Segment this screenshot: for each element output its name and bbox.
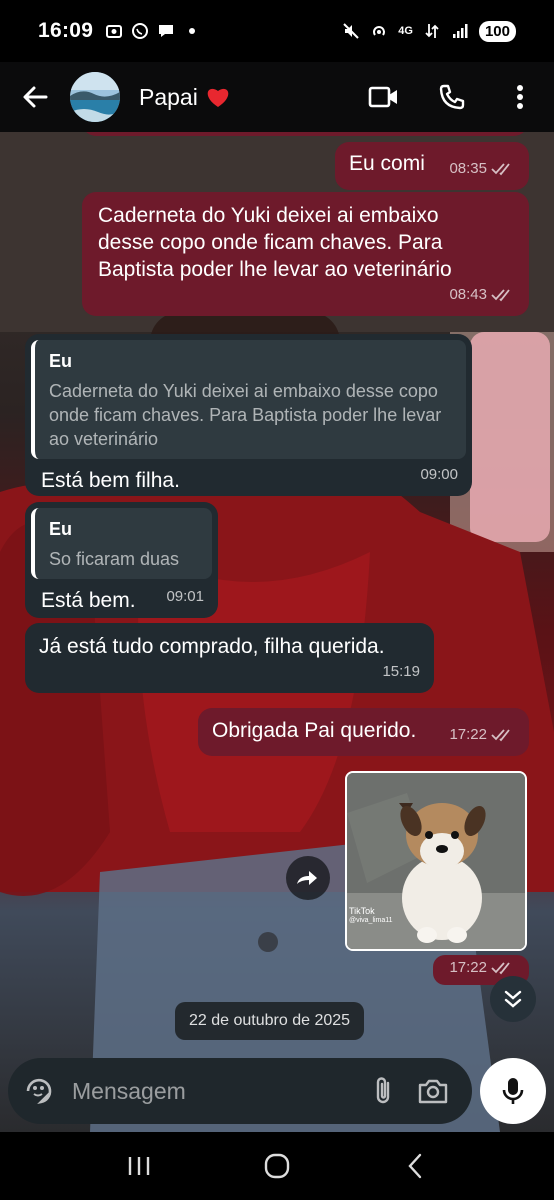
quote-text: Caderneta do Yuki deixei ai embaixo dess… [49, 381, 442, 449]
message-meta: 08:35 [449, 155, 515, 182]
contact-name[interactable]: Papai [139, 84, 231, 111]
message-input[interactable]: Mensagem [72, 1078, 358, 1105]
forward-button[interactable] [286, 856, 330, 900]
quoted-message[interactable]: Eu So ficaram duas [31, 508, 212, 579]
watermark-text: TikTok [349, 906, 375, 916]
microphone-icon [502, 1078, 524, 1104]
message-bubble-partial[interactable] [82, 132, 528, 136]
back-nav-button[interactable] [385, 1136, 445, 1196]
message-meta: 09:00 [420, 461, 458, 488]
quote-text: So ficaram duas [49, 549, 180, 569]
voice-call-button[interactable] [418, 62, 486, 132]
contact-name-text: Papai [139, 83, 198, 110]
watermark-user: @viva_lima11 [349, 917, 393, 924]
home-icon [264, 1153, 290, 1179]
message-time: 09:01 [166, 588, 204, 605]
system-navigation-bar [0, 1132, 554, 1200]
mute-icon [343, 23, 359, 39]
message-text: Eu comi [349, 152, 425, 175]
tiktok-watermark: TikTok @viva_lima11 [349, 907, 393, 925]
message-time: 08:35 [449, 160, 487, 177]
status-time: 16:09 [38, 19, 94, 42]
voice-message-button[interactable] [480, 1058, 546, 1124]
message-text: Já está tudo comprado, filha querida. [39, 635, 385, 658]
message-bubble-outgoing[interactable]: Obrigada Pai querido. 17:22 [198, 708, 529, 756]
camera-icon [418, 1079, 448, 1104]
network-type: 4G [398, 25, 413, 37]
media-message[interactable]: TikTok @viva_lima11 [345, 771, 527, 951]
scroll-to-bottom-button[interactable] [490, 976, 536, 1022]
heart-icon [207, 88, 229, 107]
message-bubble-incoming[interactable]: Já está tudo comprado, filha querida. 15… [25, 623, 434, 693]
message-time: 09:00 [420, 466, 458, 483]
hotspot-icon [373, 26, 386, 36]
forward-icon [297, 871, 317, 885]
message-meta: 08:43 [449, 281, 515, 308]
video-call-icon [368, 86, 397, 108]
message-text: Caderneta do Yuki deixei ai embaixo dess… [98, 204, 452, 281]
more-options-button[interactable] [486, 62, 554, 132]
phone-icon [439, 84, 465, 110]
quote-author: Eu [49, 351, 73, 371]
recent-apps-button[interactable] [109, 1136, 169, 1196]
message-bubble-outgoing[interactable]: Eu comi 08:35 [335, 142, 529, 190]
double-check-icon [491, 728, 510, 741]
attach-button[interactable] [358, 1075, 408, 1107]
status-bar: 16:09 4G 100 [0, 0, 554, 62]
emoji-button[interactable] [22, 1076, 56, 1106]
double-check-icon [491, 961, 510, 974]
battery-indicator: 100 [478, 20, 516, 42]
message-meta: 17:22 [449, 721, 515, 748]
chat-header: Papai [0, 62, 554, 132]
sticker-icon [26, 1078, 52, 1105]
message-time: 17:22 [449, 726, 487, 743]
quoted-message[interactable]: Eu Caderneta do Yuki deixei ai embaixo d… [31, 340, 466, 459]
double-check-icon [491, 162, 510, 175]
chat-bubble-icon [159, 25, 174, 37]
more-vertical-icon [517, 85, 523, 109]
home-button[interactable] [247, 1136, 307, 1196]
message-text: Obrigada Pai querido. [212, 719, 417, 742]
chat-area[interactable]: Eu comi 08:35 Caderneta do Yuki deixei a… [0, 132, 554, 1132]
message-time: 08:43 [449, 286, 487, 303]
message-bubble-outgoing[interactable]: Caderneta do Yuki deixei ai embaixo dess… [82, 192, 529, 316]
paperclip-icon [376, 1077, 390, 1104]
message-text: Está bem filha. [41, 469, 180, 492]
message-time: 15:19 [382, 663, 420, 680]
message-bubble-incoming[interactable]: Eu So ficaram duas Está bem. 09:01 [25, 502, 218, 618]
message-bubble-incoming[interactable]: Eu Caderneta do Yuki deixei ai embaixo d… [25, 334, 472, 496]
message-composer[interactable]: Mensagem [8, 1058, 472, 1124]
double-chevron-down-icon [504, 990, 522, 1008]
contact-avatar[interactable] [70, 72, 120, 122]
screenshot-icon [106, 25, 123, 38]
avatar-image [70, 72, 120, 122]
recent-apps-icon [128, 1157, 150, 1175]
data-arrows-icon [425, 24, 439, 38]
message-meta: 15:19 [382, 658, 420, 685]
arrow-left-icon [23, 86, 48, 108]
message-time: 17:22 [449, 959, 487, 976]
quote-author: Eu [49, 519, 73, 539]
video-call-button[interactable] [350, 62, 418, 132]
dot-icon [189, 28, 196, 34]
back-button[interactable] [0, 62, 70, 132]
signal-icon [452, 24, 468, 38]
message-meta: 09:01 [166, 583, 204, 610]
date-separator: 22 de outubro de 2025 [175, 1002, 365, 1040]
camera-button[interactable] [408, 1077, 458, 1105]
double-check-icon [491, 288, 510, 301]
whatsapp-icon [132, 23, 149, 39]
chevron-left-icon [408, 1153, 422, 1179]
